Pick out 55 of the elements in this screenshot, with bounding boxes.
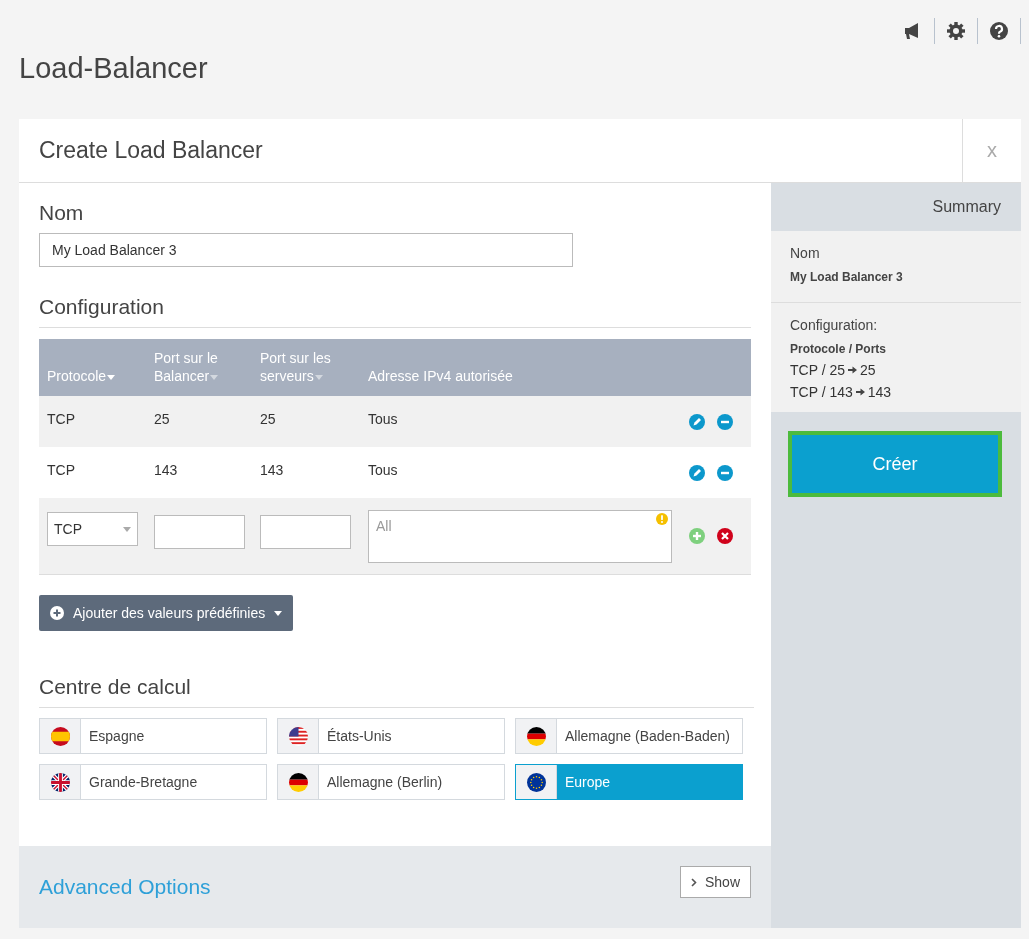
name-field[interactable]: My Load Balancer 3	[39, 233, 573, 267]
summary-label: Nom	[790, 245, 821, 261]
caret-icon	[123, 526, 131, 532]
summary-heading: Summary	[932, 198, 1001, 216]
flag-icon	[288, 772, 308, 792]
edit-icon[interactable]	[689, 413, 705, 430]
summary-text: 143	[867, 384, 892, 400]
cancel-icon[interactable]	[717, 528, 733, 544]
datacenter-option[interactable]: Grande-Bretagne	[39, 764, 267, 800]
summary-value: My Load Balancer 3	[790, 270, 904, 284]
datacenter-option[interactable]: Espagne	[39, 718, 267, 754]
flag-icon	[526, 772, 546, 792]
table-cell: 143	[154, 461, 178, 478]
table-cell: Tous	[368, 410, 398, 427]
add-icon[interactable]	[689, 528, 705, 544]
input-field[interactable]	[260, 514, 351, 549]
plus-icon	[50, 606, 64, 620]
summary-text: TCP / 143	[790, 384, 853, 400]
help-icon[interactable]	[989, 21, 1009, 41]
table-cell: Tous	[368, 461, 398, 478]
table-cell: TCP	[47, 410, 75, 427]
summary-label: Configuration:	[790, 317, 879, 333]
table-cell: 143	[260, 461, 284, 478]
flag-icon	[50, 772, 70, 792]
section-heading: Nom	[39, 201, 85, 226]
arrow-icon	[848, 366, 857, 374]
flag-icon	[50, 726, 70, 746]
datacenter-option[interactable]: États-Unis	[277, 718, 505, 754]
section-heading: Centre de calcul	[39, 675, 754, 708]
show-button[interactable]: Show	[679, 866, 751, 898]
page-title: Load-Balancer	[19, 51, 209, 86]
summary-text: TCP / 25	[790, 362, 845, 378]
column-header: Adresse IPv4 autorisée	[368, 367, 513, 385]
summary-text: 25	[860, 362, 876, 378]
remove-icon[interactable]	[717, 464, 733, 481]
input-field[interactable]	[154, 514, 245, 549]
datacenter-option[interactable]: Allemagne (Baden-Baden)	[515, 718, 743, 754]
protocol-select[interactable]: TCP	[47, 512, 138, 546]
flag-icon	[288, 726, 308, 746]
table-cell: TCP	[47, 461, 75, 478]
caret-icon	[274, 610, 283, 616]
dialog-title: Create Load Balancer	[38, 137, 264, 164]
edit-icon[interactable]	[689, 464, 705, 481]
section-heading: Configuration	[39, 295, 751, 328]
arrow-icon	[855, 388, 865, 396]
datacenter-option[interactable]: Allemagne (Berlin)	[277, 764, 505, 800]
table-cell: 25	[260, 410, 276, 427]
address-field[interactable]: All	[368, 509, 672, 563]
predefined-values-button[interactable]: Ajouter des valeurs prédéfinies	[39, 595, 294, 631]
summary-value: Protocole / Ports	[790, 342, 888, 356]
remove-icon[interactable]	[717, 413, 733, 430]
chevron-icon	[690, 877, 697, 887]
table-cell: 25	[154, 410, 170, 427]
flag-icon	[526, 726, 546, 746]
settings-icon[interactable]	[946, 21, 966, 41]
